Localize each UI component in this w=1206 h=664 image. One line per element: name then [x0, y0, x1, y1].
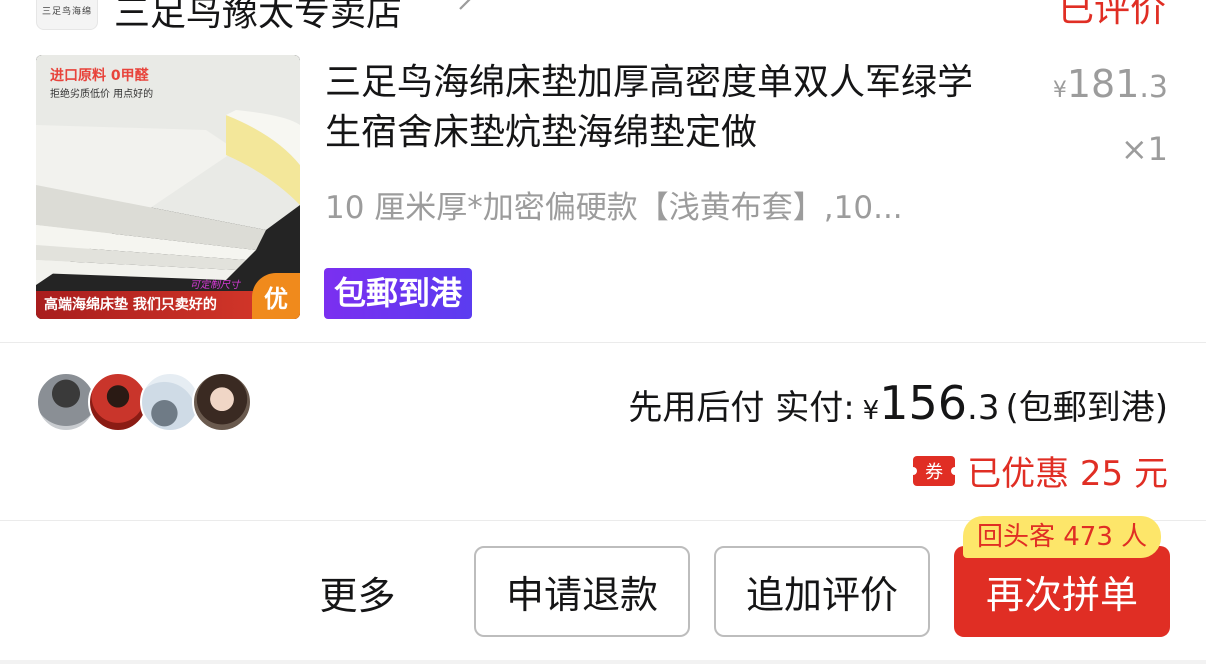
- product-quantity: ×1: [1120, 130, 1168, 168]
- chevron-right-icon[interactable]: [452, 0, 476, 12]
- pay-amount-decimal: .3: [967, 388, 1000, 428]
- product-title[interactable]: 三足鸟海绵床垫加厚高密度单双人军绿学生宿舍床垫炕垫海绵垫定做: [325, 58, 1005, 158]
- avatar: [192, 372, 252, 432]
- thumb-badge-text: 优: [264, 284, 288, 313]
- discount-text: 已优惠 25 元: [967, 454, 1168, 494]
- avatar: [36, 372, 96, 432]
- discount-info: 券 已优惠 25 元: [909, 446, 1168, 495]
- pay-currency: ¥: [862, 396, 880, 426]
- thumb-badge: 优: [252, 273, 300, 319]
- review-status: 已评价: [1057, 0, 1166, 30]
- price-currency: ¥: [1052, 78, 1067, 103]
- price-integer: 181: [1066, 62, 1140, 106]
- avatar: [140, 372, 200, 432]
- thumb-tag-primary: 进口原料 0甲醛: [50, 68, 149, 84]
- shipping-tag: 包郵到港: [324, 268, 473, 319]
- pay-label: 先用后付 实付:: [628, 388, 855, 428]
- product-price: ¥181.3: [1053, 62, 1168, 106]
- pay-amount-integer: 156: [879, 376, 968, 430]
- payment-summary: 先用后付 实付: ¥ 156 .3 (包郵到港): [628, 376, 1168, 430]
- price-decimal: .3: [1139, 70, 1168, 105]
- thumb-banner-text: 高端海绵床垫 我们只卖好的: [44, 297, 217, 313]
- add-review-button[interactable]: 追加评价: [714, 546, 930, 637]
- coupon-icon: 券: [909, 455, 960, 486]
- repeat-customer-badge: 回头客 473 人: [963, 516, 1162, 558]
- store-name[interactable]: 三足鸟豫太专卖店: [114, 0, 402, 36]
- more-button[interactable]: 更多: [300, 560, 415, 624]
- thumb-custom-size: 可定制尺寸: [190, 280, 240, 291]
- store-logo[interactable]: 三足鸟海绵: [36, 0, 98, 30]
- product-thumbnail[interactable]: 进口原料 0甲醛 拒绝劣质低价 用点好的 可定制尺寸 高端海绵床垫 我们只卖好的…: [36, 55, 300, 319]
- refund-button[interactable]: 申请退款: [474, 546, 690, 637]
- divider: [0, 660, 1206, 664]
- avatar: [88, 372, 148, 432]
- thumb-tag-secondary: 拒绝劣质低价 用点好的: [50, 89, 154, 100]
- store-logo-text: 三足鸟海绵: [41, 7, 92, 17]
- divider: [0, 342, 1206, 343]
- avatar-group: [36, 372, 256, 434]
- store-header[interactable]: 三足鸟海绵 三足鸟豫太专卖店 已评价: [0, 0, 1206, 34]
- product-sku: 10 厘米厚*加密偏硬款【浅黄布套】,10...: [325, 190, 903, 226]
- reorder-button[interactable]: 再次拼单: [954, 546, 1170, 637]
- pay-shipping-note: (包郵到港): [1005, 388, 1168, 428]
